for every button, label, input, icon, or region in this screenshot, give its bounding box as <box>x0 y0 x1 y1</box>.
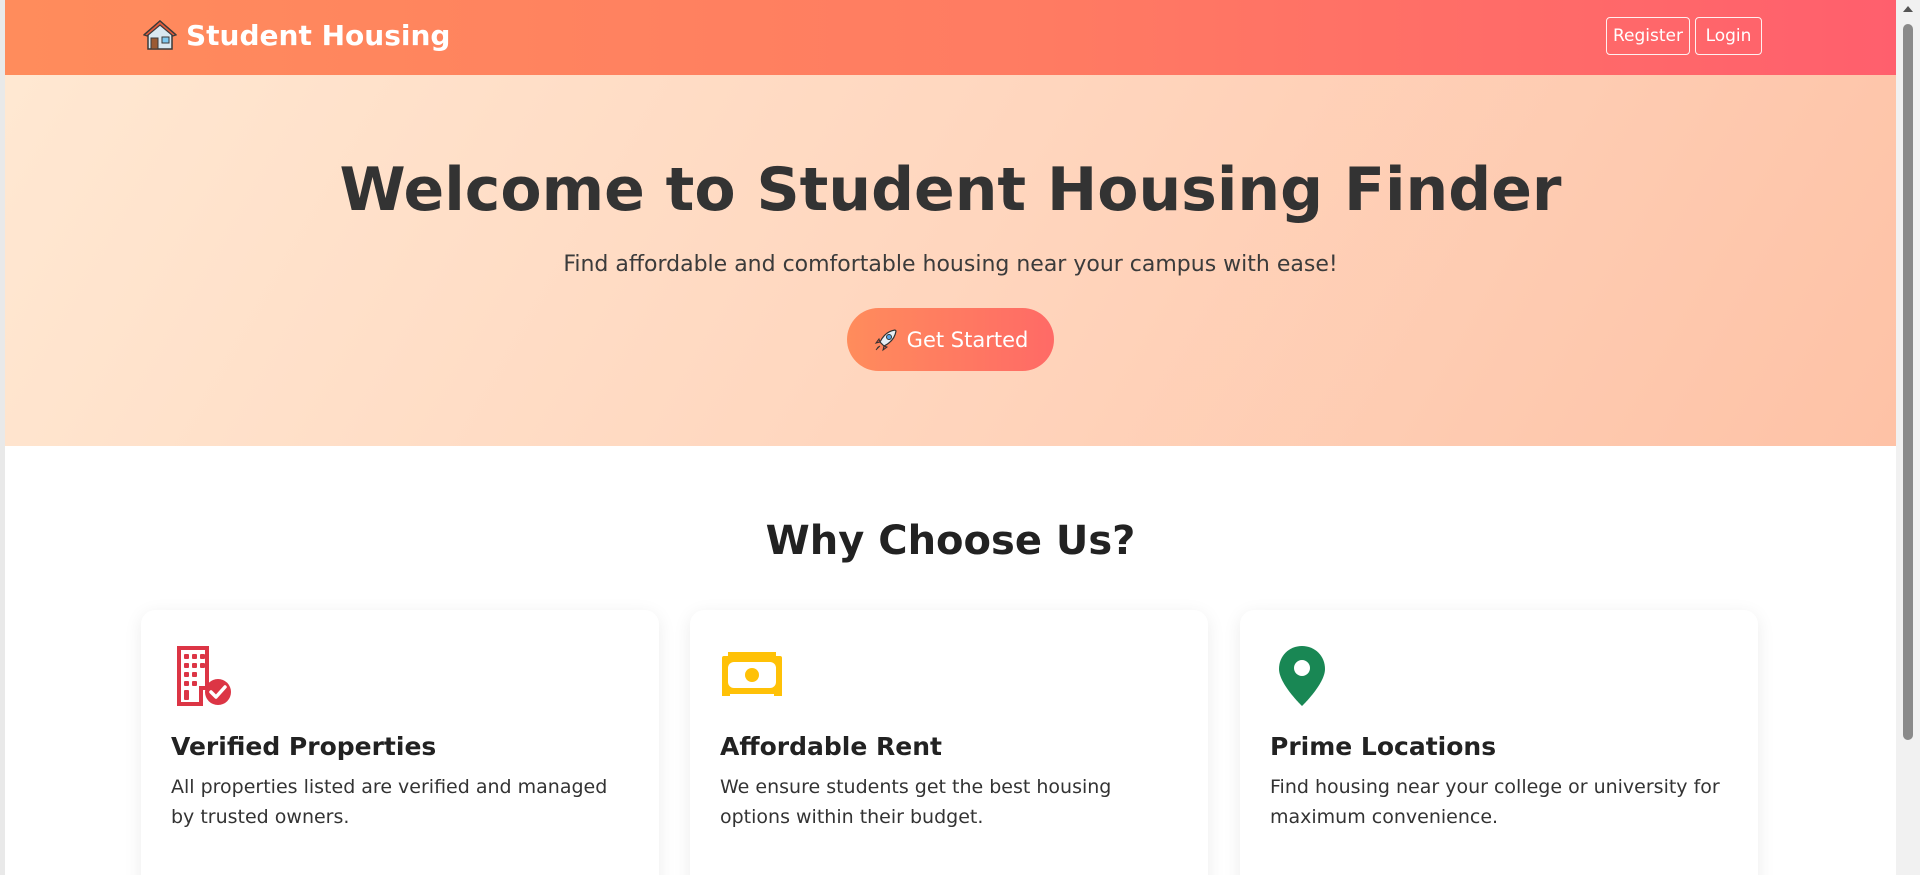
get-started-label: Get Started <box>906 327 1029 352</box>
feature-card-affordable: Affordable Rent We ensure students get t… <box>690 610 1208 875</box>
feature-text: Find housing near your college or univer… <box>1270 776 1720 828</box>
location-pin-icon <box>1270 644 1334 708</box>
feature-title: Prime Locations <box>1270 732 1497 761</box>
features-title: Why Choose Us? <box>765 518 1136 564</box>
page: Student Housing Register Login Welcome t… <box>0 0 1920 875</box>
scrollbar-thumb[interactable] <box>1903 24 1913 740</box>
brand-label: Student Housing <box>186 18 451 52</box>
login-button[interactable]: Login <box>1695 17 1762 55</box>
building-check-icon <box>171 644 235 708</box>
hero-section: Welcome to Student Housing Finder Find a… <box>5 75 1896 446</box>
feature-title: Affordable Rent <box>720 732 942 761</box>
cash-icon <box>720 644 784 708</box>
feature-text: We ensure students get the best housing … <box>720 776 1112 828</box>
rocket-icon <box>873 327 899 353</box>
scroll-up-icon[interactable] <box>1903 6 1913 12</box>
feature-card-locations: Prime Locations Find housing near your c… <box>1240 610 1758 875</box>
feature-card-verified: Verified Properties All properties liste… <box>141 610 659 875</box>
vertical-scrollbar[interactable] <box>1896 0 1920 875</box>
house-icon <box>142 18 178 52</box>
feature-title: Verified Properties <box>171 732 437 761</box>
navbar: Student Housing Register Login <box>5 0 1896 75</box>
get-started-button[interactable]: Get Started <box>847 308 1054 371</box>
feature-text: All properties listed are verified and m… <box>171 776 608 828</box>
register-button[interactable]: Register <box>1606 17 1690 55</box>
brand-link[interactable]: Student Housing <box>142 18 451 52</box>
hero-title: Welcome to Student Housing Finder <box>339 155 1562 225</box>
hero-subtitle: Find affordable and comfortable housing … <box>563 252 1338 277</box>
